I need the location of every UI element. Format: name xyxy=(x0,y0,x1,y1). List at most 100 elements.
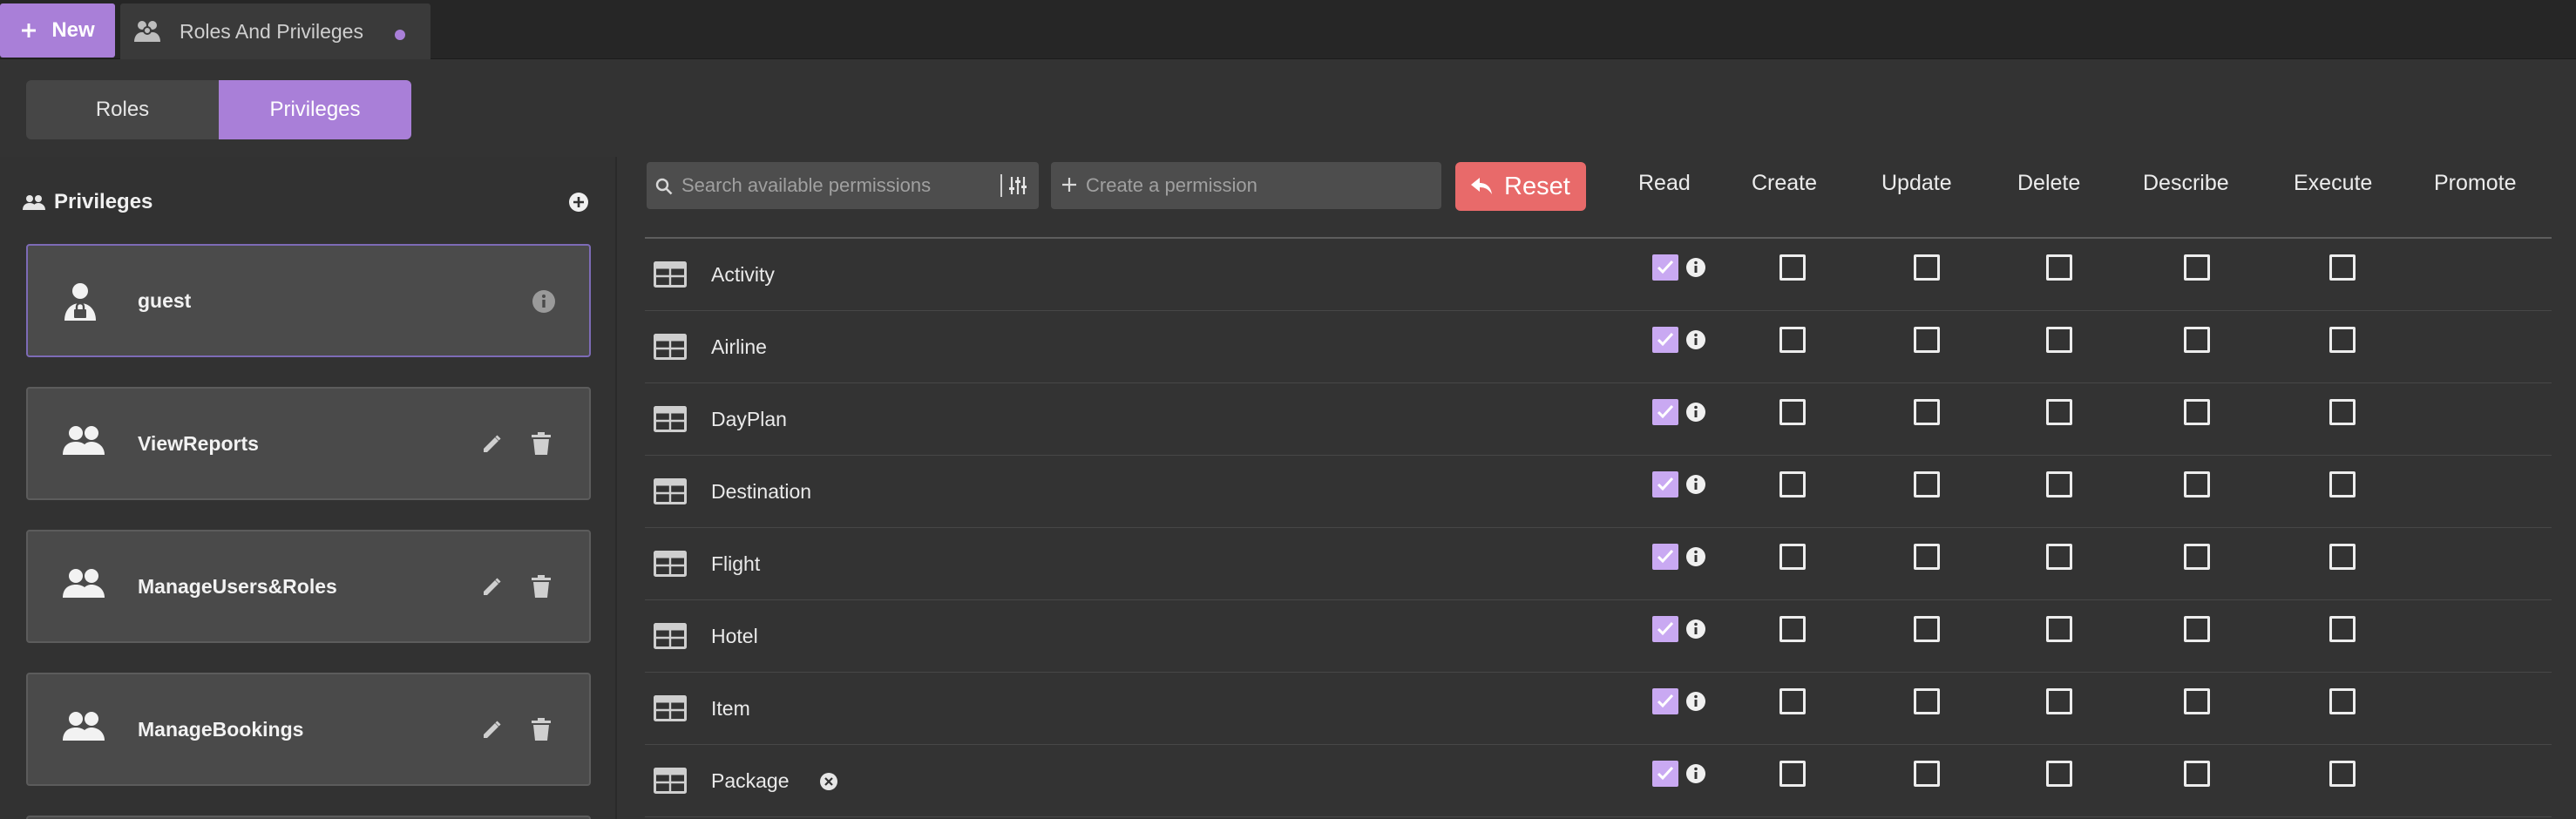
checkmark-icon xyxy=(1657,332,1674,347)
checkbox-describe[interactable] xyxy=(2184,399,2210,425)
search-input[interactable] xyxy=(681,174,986,197)
checkmark-icon xyxy=(1657,766,1674,781)
add-privilege-button[interactable] xyxy=(568,192,589,213)
checkbox-read[interactable] xyxy=(1652,688,1678,714)
info-icon[interactable] xyxy=(1685,474,1706,495)
info-icon[interactable] xyxy=(1685,546,1706,567)
trash-icon[interactable] xyxy=(532,575,551,598)
checkbox-delete[interactable] xyxy=(2046,761,2072,787)
checkbox-create[interactable] xyxy=(1779,254,1806,281)
tab-label: Roles And Privileges xyxy=(180,19,363,43)
checkbox-read[interactable] xyxy=(1652,544,1678,570)
checkbox-create[interactable] xyxy=(1779,544,1806,570)
table-row: Activity xyxy=(645,239,2552,311)
create-permission-input[interactable] xyxy=(1086,174,1426,197)
table-row: Flight xyxy=(645,528,2552,600)
trash-icon[interactable] xyxy=(532,432,551,455)
people-icon xyxy=(63,426,105,455)
info-icon[interactable] xyxy=(1685,691,1706,712)
checkbox-execute[interactable] xyxy=(2329,616,2356,642)
checkbox-delete[interactable] xyxy=(2046,254,2072,281)
checkbox-describe[interactable] xyxy=(2184,761,2210,787)
checkbox-execute[interactable] xyxy=(2329,327,2356,353)
remove-circle-icon[interactable] xyxy=(819,772,838,791)
checkbox-update[interactable] xyxy=(1914,688,1940,714)
checkbox-update[interactable] xyxy=(1914,471,1940,497)
table-icon xyxy=(654,768,687,794)
checkbox-describe[interactable] xyxy=(2184,327,2210,353)
role-card-viewreports[interactable]: ViewReports xyxy=(26,387,591,500)
view-switcher: Roles Privileges xyxy=(26,80,411,139)
checkbox-create[interactable] xyxy=(1779,688,1806,714)
role-card-partial[interactable] xyxy=(26,816,591,819)
info-icon[interactable] xyxy=(1685,257,1706,278)
checkbox-execute[interactable] xyxy=(2329,399,2356,425)
pencil-icon[interactable] xyxy=(481,720,502,741)
reset-button[interactable]: Reset xyxy=(1455,162,1586,211)
checkbox-delete[interactable] xyxy=(2046,327,2072,353)
info-icon[interactable] xyxy=(1685,619,1706,640)
role-card-guest[interactable]: guest xyxy=(26,244,591,357)
checkbox-execute[interactable] xyxy=(2329,471,2356,497)
checkbox-update[interactable] xyxy=(1914,327,1940,353)
checkmark-icon xyxy=(1657,260,1674,274)
create-permission-box xyxy=(1051,162,1441,209)
info-icon[interactable] xyxy=(1685,329,1706,350)
checkbox-read[interactable] xyxy=(1652,761,1678,787)
checkbox-delete[interactable] xyxy=(2046,544,2072,570)
checkbox-describe[interactable] xyxy=(2184,254,2210,281)
checkbox-delete[interactable] xyxy=(2046,399,2072,425)
checkbox-read[interactable] xyxy=(1652,471,1678,497)
table-row: Item xyxy=(645,673,2552,745)
sliders-icon[interactable] xyxy=(1007,175,1028,196)
tab-roles-and-privileges[interactable]: Roles And Privileges xyxy=(120,3,430,59)
info-icon[interactable] xyxy=(532,289,556,314)
checkbox-update[interactable] xyxy=(1914,544,1940,570)
checkbox-read[interactable] xyxy=(1652,327,1678,353)
checkbox-create[interactable] xyxy=(1779,471,1806,497)
checkbox-create[interactable] xyxy=(1779,327,1806,353)
checkbox-update[interactable] xyxy=(1914,399,1940,425)
pencil-icon[interactable] xyxy=(481,434,502,455)
checkbox-create[interactable] xyxy=(1779,399,1806,425)
checkbox-read[interactable] xyxy=(1652,616,1678,642)
checkbox-read[interactable] xyxy=(1652,399,1678,425)
checkbox-update[interactable] xyxy=(1914,616,1940,642)
checkbox-update[interactable] xyxy=(1914,254,1940,281)
trash-icon[interactable] xyxy=(532,718,551,741)
role-name: guest xyxy=(138,288,192,312)
table-row: Destination xyxy=(645,456,2552,528)
column-header-delete: Delete xyxy=(2017,171,2081,195)
checkbox-create[interactable] xyxy=(1779,616,1806,642)
checkbox-create[interactable] xyxy=(1779,761,1806,787)
new-button[interactable]: New xyxy=(0,3,115,58)
info-icon[interactable] xyxy=(1685,402,1706,423)
checkbox-execute[interactable] xyxy=(2329,254,2356,281)
table-row: Airline xyxy=(645,311,2552,383)
info-icon[interactable] xyxy=(1685,763,1706,784)
checkbox-describe[interactable] xyxy=(2184,616,2210,642)
checkbox-update[interactable] xyxy=(1914,761,1940,787)
entity-name: Package xyxy=(711,769,790,792)
checkbox-delete[interactable] xyxy=(2046,616,2072,642)
checkbox-describe[interactable] xyxy=(2184,544,2210,570)
people-icon xyxy=(23,195,45,210)
pencil-icon[interactable] xyxy=(481,577,502,598)
people-icon xyxy=(63,712,105,741)
checkbox-execute[interactable] xyxy=(2329,761,2356,787)
checkbox-describe[interactable] xyxy=(2184,688,2210,714)
role-card-manageusers-roles[interactable]: ManageUsers&Roles xyxy=(26,530,591,643)
checkbox-delete[interactable] xyxy=(2046,688,2072,714)
checkbox-read[interactable] xyxy=(1652,254,1678,281)
checkbox-delete[interactable] xyxy=(2046,471,2072,497)
tab-roles[interactable]: Roles xyxy=(26,80,219,139)
checkbox-execute[interactable] xyxy=(2329,544,2356,570)
entity-name: Item xyxy=(711,697,750,720)
entity-name: Flight xyxy=(711,552,761,575)
checkbox-execute[interactable] xyxy=(2329,688,2356,714)
role-card-managebookings[interactable]: ManageBookings xyxy=(26,673,591,786)
tab-privileges[interactable]: Privileges xyxy=(219,80,411,139)
table-icon xyxy=(654,261,687,288)
checkbox-describe[interactable] xyxy=(2184,471,2210,497)
privileges-sidebar: Privileges guest ViewReports ManageUsers… xyxy=(0,157,617,819)
